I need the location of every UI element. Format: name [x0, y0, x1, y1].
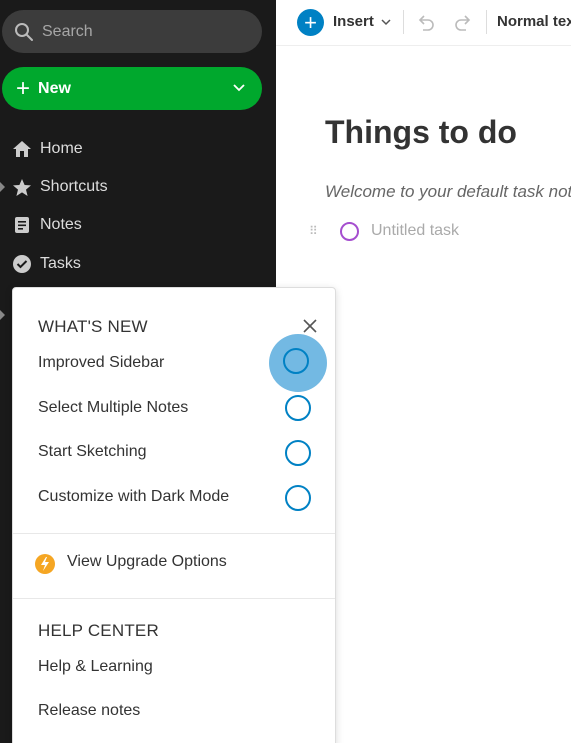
feature-status-circle[interactable]: [285, 395, 311, 421]
chevron-down-icon[interactable]: [381, 17, 391, 27]
sidebar-item-label: Shortcuts: [40, 178, 108, 195]
sidebar-item-label: Tasks: [40, 255, 81, 272]
expand-arrow-icon[interactable]: [0, 310, 5, 320]
insert-plus-icon[interactable]: +: [297, 9, 324, 36]
expand-arrow-icon[interactable]: [0, 182, 5, 192]
divider: [13, 598, 335, 599]
feature-highlight: [269, 334, 327, 392]
feature-item-label[interactable]: Customize with Dark Mode: [38, 488, 229, 506]
release-notes-link[interactable]: Release notes: [38, 702, 140, 720]
feature-item-label[interactable]: Start Sketching: [38, 443, 147, 461]
sidebar-item-home[interactable]: Home: [12, 135, 83, 163]
new-button[interactable]: + New: [2, 67, 262, 110]
note-subtitle[interactable]: Welcome to your default task note: [325, 182, 571, 202]
search-input[interactable]: [42, 22, 222, 41]
lightning-icon: [35, 554, 55, 574]
insert-button[interactable]: Insert: [333, 13, 374, 30]
toolbar-divider: [403, 10, 404, 34]
sidebar-item-label: Home: [40, 140, 83, 157]
redo-icon[interactable]: [453, 12, 473, 32]
feature-status-circle[interactable]: [285, 485, 311, 511]
notes-icon: [12, 215, 32, 235]
help-learning-link[interactable]: Help & Learning: [38, 658, 153, 676]
task-input[interactable]: Untitled task: [371, 222, 459, 240]
undo-icon[interactable]: [416, 12, 436, 32]
sidebar-item-label: Notes: [40, 216, 82, 233]
view-upgrade-options-link[interactable]: View Upgrade Options: [67, 553, 227, 571]
divider: [13, 533, 335, 534]
home-icon: [12, 139, 32, 159]
chevron-down-icon[interactable]: [232, 80, 246, 94]
note-title[interactable]: Things to do: [325, 114, 517, 151]
sidebar-item-shortcuts[interactable]: Shortcuts: [12, 173, 108, 201]
search-icon: [15, 22, 33, 41]
whats-new-heading: WHAT'S NEW: [38, 317, 148, 336]
whats-new-panel: WHAT'S NEW Improved Sidebar Select Multi…: [12, 287, 336, 743]
toolbar-divider: [486, 10, 487, 34]
star-icon: [12, 177, 32, 197]
feature-status-circle[interactable]: [283, 348, 309, 374]
text-style-dropdown[interactable]: Normal text: [497, 13, 571, 30]
drag-handle-icon[interactable]: ⠿: [309, 225, 318, 237]
new-button-label: New: [38, 79, 71, 97]
editor-toolbar: + Insert Normal text: [276, 0, 571, 46]
plus-icon: +: [16, 74, 31, 102]
feature-item-label[interactable]: Improved Sidebar: [38, 354, 164, 372]
task-checkbox[interactable]: [340, 222, 359, 241]
sidebar-item-notes[interactable]: Notes: [12, 211, 82, 239]
sidebar-item-tasks[interactable]: Tasks: [12, 250, 81, 278]
search-bar[interactable]: [2, 10, 262, 53]
close-icon[interactable]: [302, 318, 318, 334]
feature-status-circle[interactable]: [285, 440, 311, 466]
help-center-heading: HELP CENTER: [38, 621, 159, 640]
feature-item-label[interactable]: Select Multiple Notes: [38, 399, 188, 417]
tasks-icon: [12, 254, 32, 274]
